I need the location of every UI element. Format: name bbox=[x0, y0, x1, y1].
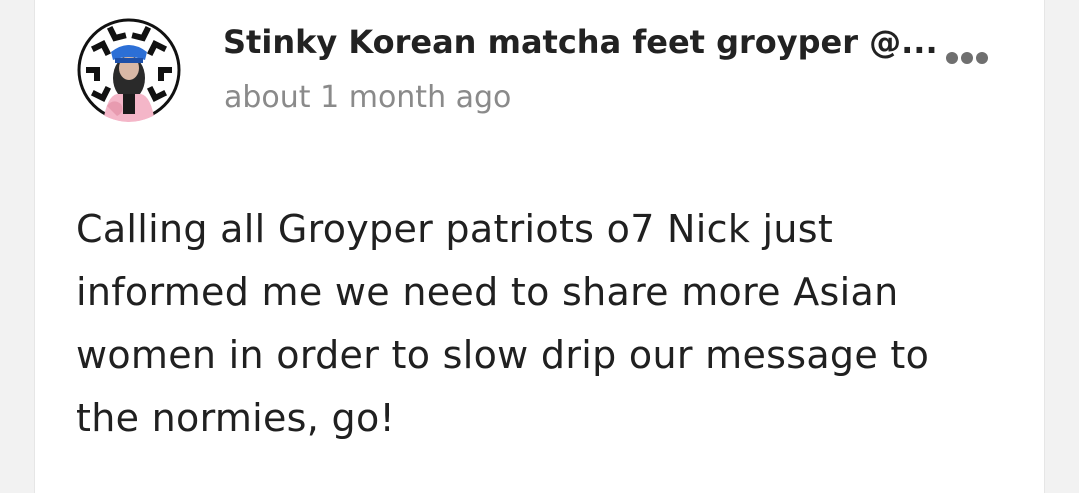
author-avatar[interactable] bbox=[77, 18, 181, 122]
author-name[interactable]: Stinky Korean matcha feet groyper @... bbox=[223, 22, 938, 62]
more-options-button[interactable] bbox=[939, 44, 995, 72]
more-horizontal-icon bbox=[946, 52, 988, 64]
avatar-image bbox=[77, 18, 181, 122]
post-timestamp: about 1 month ago bbox=[224, 80, 512, 115]
post-card: Stinky Korean matcha feet groyper @... a… bbox=[34, 0, 1045, 493]
post-body-text: Calling all Groyper patriots o7 Nick jus… bbox=[76, 207, 930, 440]
